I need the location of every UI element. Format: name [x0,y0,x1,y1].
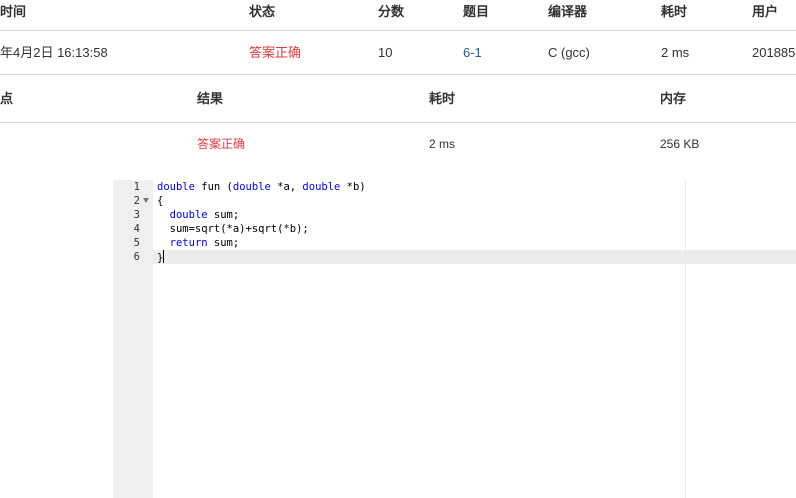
testcase-table-row: 答案正确 2 ms 256 KB [0,123,796,167]
header-testpoint: 点 [0,91,14,106]
header-memory: 内存 [660,91,687,106]
code-token: *b) [340,181,366,193]
line-number: 1 [133,181,140,193]
submission-time: 年4月2日 16:13:58 [0,45,108,60]
submission-table-row: 年4月2日 16:13:58 答案正确 10 6-1 C (gcc) 2 ms … [0,31,796,75]
print-margin [685,180,686,498]
code-line: double sum; [157,208,240,222]
fold-arrow-down-icon[interactable] [143,198,149,203]
testcase-duration: 2 ms [429,137,456,151]
header-testcase-duration: 耗时 [429,91,456,106]
code-token: { [157,195,164,207]
code-line: return sum; [157,236,240,250]
header-score: 分数 [378,4,405,19]
submission-table-header: 时间 状态 分数 题目 编译器 耗时 用户 [0,0,796,31]
testcase-result: 答案正确 [197,137,246,151]
code-token: fun ( [194,181,233,193]
code-token: sum=sqrt(*a)+sqrt(*b); [157,223,309,235]
header-compiler: 编译器 [548,4,588,19]
submission-score: 10 [378,45,393,60]
line-number: 5 [133,237,140,249]
header-result: 结果 [197,91,224,106]
code-token: sum; [207,237,240,249]
line-number: 2 [113,194,153,208]
code-token: sum; [207,209,240,221]
header-duration: 耗时 [661,4,688,19]
code-editor[interactable]: 123456 double fun (double *a, double *b)… [113,180,796,498]
code-line: } [157,250,165,264]
text-cursor [163,250,165,263]
submission-user: 201885 [752,45,796,60]
code-line: double fun (double *a, double *b) [157,180,366,194]
line-number: 4 [133,223,140,235]
line-number: 3 [133,209,140,221]
editor-gutter: 123 4 5 6 [113,180,153,498]
line-number: 6 [133,251,140,263]
header-problem: 题目 [463,4,490,19]
testcase-memory: 256 KB [660,137,700,151]
header-status: 状态 [249,4,276,19]
problem-link[interactable]: 6-1 [463,45,482,61]
submission-status: 答案正确 [249,45,302,60]
active-line-highlight [113,250,796,264]
code-keyword: double [232,181,271,193]
submission-duration: 2 ms [661,45,690,60]
header-time: 时间 [0,4,27,19]
code-line: { [157,194,163,208]
code-keyword: double [157,181,195,193]
submission-compiler: C (gcc) [548,45,590,60]
testcase-table-header: 点 结果 耗时 内存 [0,75,796,123]
code-keyword: double [169,209,208,221]
code-line: sum=sqrt(*a)+sqrt(*b); [157,222,309,236]
code-keyword: return [169,237,208,249]
code-token: *a, [270,181,303,193]
header-user: 用户 [752,4,779,19]
code-keyword: double [302,181,341,193]
